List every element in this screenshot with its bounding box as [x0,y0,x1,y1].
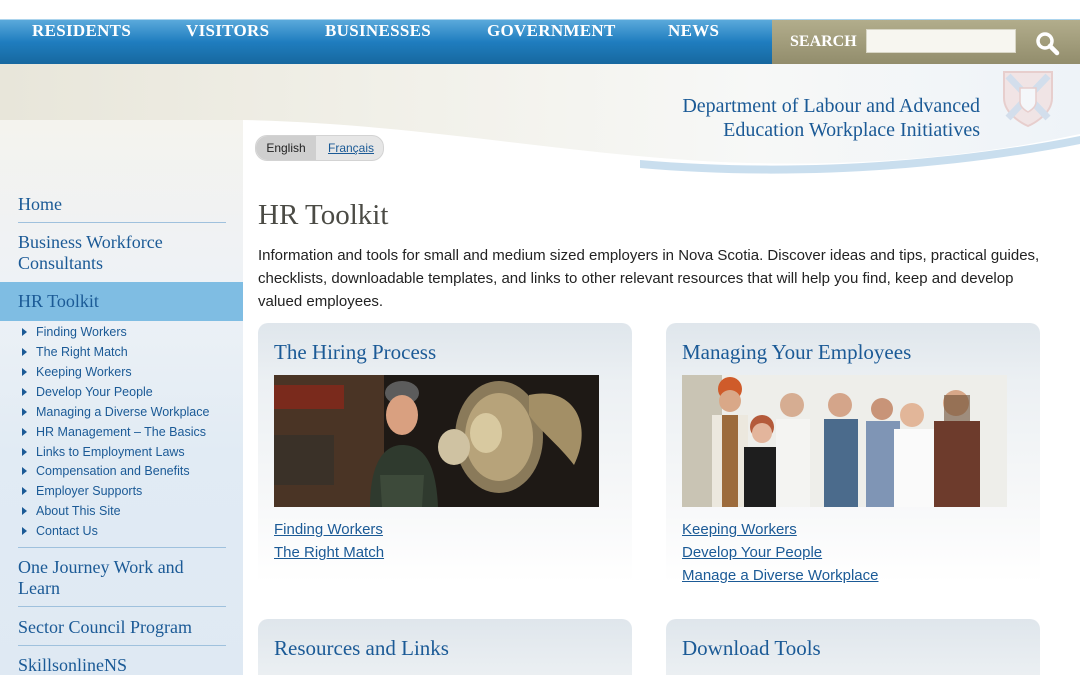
sidebar-item-sector-council[interactable]: Sector Council Program [18,617,228,638]
card-hiring-process: The Hiring Process Finding Workers The R… [258,323,632,593]
department-title: Department of Labour and Advanced Educat… [682,94,980,142]
nova-scotia-crest-icon [998,68,1058,130]
sidebar-subitem-label: The Right Match [36,345,128,359]
sidebar-subitem-label: Managing a Diverse Workplace [36,405,210,419]
card-title: Managing Your Employees [682,340,912,364]
sidebar-divider [18,222,226,223]
sidebar-subitem-finding-workers[interactable]: Finding Workers [22,323,127,341]
search-area: SEARCH [772,20,1080,64]
search-icon[interactable] [1034,30,1060,56]
nav-visitors[interactable]: VISITORS [186,20,269,42]
intro-paragraph: Information and tools for small and medi… [258,247,1040,310]
search-label: SEARCH [790,33,857,50]
sidebar-subitem-label: Keeping Workers [36,365,132,379]
nav-news[interactable]: NEWS [668,20,719,42]
card-link-the-right-match[interactable]: The Right Match [274,544,384,561]
sidebar-subitem-about-this-site[interactable]: About This Site [22,502,121,520]
sidebar-subitem-links-employment-laws[interactable]: Links to Employment Laws [22,443,185,461]
card-title: Resources and Links [274,636,449,660]
sidebar-item-hr-toolkit[interactable]: HR Toolkit [0,282,243,321]
worker-propeller-photo [274,375,599,507]
card-title: The Hiring Process [274,340,437,364]
triangle-bullet-icon [22,487,27,495]
card-download-tools: Download Tools [666,619,1040,675]
card-link-keeping-workers[interactable]: Keeping Workers [682,521,797,538]
sidebar-subitem-the-right-match[interactable]: The Right Match [22,343,128,361]
sidebar-item-skillsonlinens[interactable]: SkillsonlineNS [18,655,228,676]
card-title: Download Tools [682,636,821,660]
triangle-bullet-icon [22,348,27,356]
sidebar-item-one-journey[interactable]: One Journey Work and Learn [18,557,218,599]
department-title-line1: Department of Labour and Advanced [682,95,980,117]
triangle-bullet-icon [22,388,27,396]
page-title: HR Toolkit [258,199,389,231]
triangle-bullet-icon [22,448,27,456]
top-navigation-bar: RESIDENTS VISITORS BUSINESSES GOVERNMENT… [0,0,1080,64]
sidebar-subitem-label: Employer Supports [36,484,143,498]
sidebar-divider [18,606,226,607]
sidebar-item-business-workforce-consultants[interactable]: Business Workforce Consultants [18,232,188,274]
card-link-develop-your-people[interactable]: Develop Your People [682,544,822,561]
department-title-line2: Education Workplace Initiatives [723,119,980,141]
triangle-bullet-icon [22,467,27,475]
sidebar-item-home[interactable]: Home [18,194,228,215]
sidebar-subitem-label: Compensation and Benefits [36,464,190,478]
sidebar-subitem-label: Contact Us [36,524,98,538]
sidebar-subitem-label: Finding Workers [36,325,127,339]
sidebar-subitem-contact-us[interactable]: Contact Us [22,522,98,540]
sidebar-subitem-develop-your-people[interactable]: Develop Your People [22,383,153,401]
search-input[interactable] [866,29,1016,53]
card-link-manage-diverse-workplace[interactable]: Manage a Diverse Workplace [682,567,878,584]
sidebar-item-hr-toolkit-label: HR Toolkit [18,291,99,311]
triangle-bullet-icon [22,408,27,416]
triangle-bullet-icon [22,428,27,436]
sidebar-subitem-label: Develop Your People [36,385,153,399]
sidebar-divider [18,645,226,646]
triangle-bullet-icon [22,368,27,376]
nav-businesses[interactable]: BUSINESSES [325,20,431,42]
sidebar-subitem-keeping-workers[interactable]: Keeping Workers [22,363,132,381]
sidebar-subitem-compensation-benefits[interactable]: Compensation and Benefits [22,462,190,480]
nav-residents[interactable]: RESIDENTS [32,20,131,42]
triangle-bullet-icon [22,507,27,515]
card-link-finding-workers[interactable]: Finding Workers [274,521,383,538]
triangle-bullet-icon [22,328,27,336]
sidebar-subitem-label: Links to Employment Laws [36,445,185,459]
group-of-workers-photo [682,375,1007,507]
sidebar-subitem-employer-supports[interactable]: Employer Supports [22,482,142,500]
sidebar-subitem-hr-management-basics[interactable]: HR Management – The Basics [22,423,206,441]
language-french-link[interactable]: Français [328,136,374,160]
sidebar-subitem-label: About This Site [36,504,121,518]
triangle-bullet-icon [22,527,27,535]
card-resources-links: Resources and Links [258,619,632,675]
sidebar-subitem-label: HR Management – The Basics [36,425,206,439]
sidebar-subitem-managing-diverse-workplace[interactable]: Managing a Diverse Workplace [22,403,209,421]
language-english-button[interactable]: English [256,136,316,160]
nav-government[interactable]: GOVERNMENT [487,20,616,42]
card-managing-employees: Managing Your Employees Keeping Workers … [666,323,1040,613]
sidebar-divider [18,547,226,548]
language-toggle: English Français [255,135,384,161]
